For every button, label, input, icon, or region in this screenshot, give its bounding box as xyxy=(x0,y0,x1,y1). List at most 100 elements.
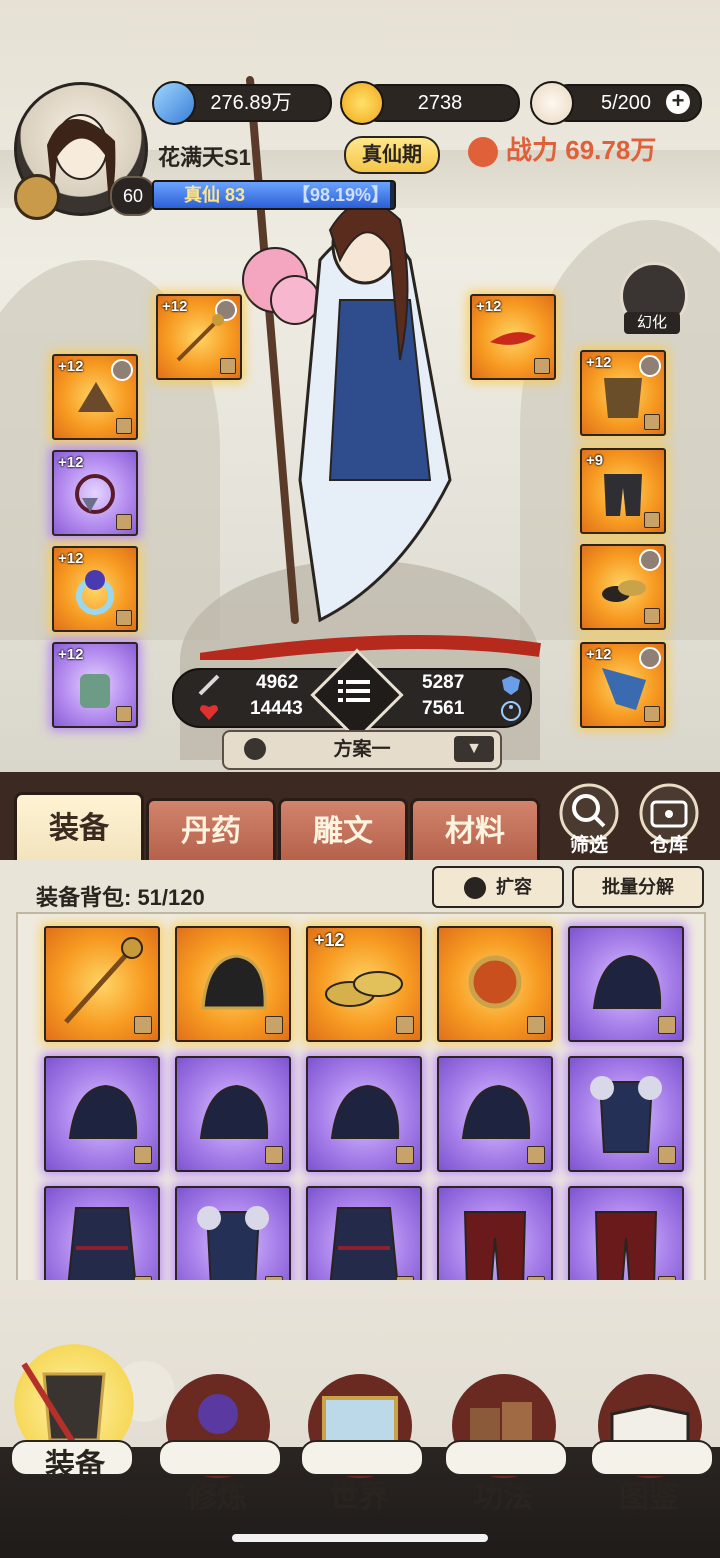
ring-icon xyxy=(76,570,114,615)
pants-icon xyxy=(594,1211,658,1282)
realm-exp-bar: 真仙 83 【98.19%】 xyxy=(152,180,396,210)
bag-item[interactable] xyxy=(44,1186,160,1282)
equip-slot-left-1[interactable]: +12 xyxy=(52,354,138,440)
attack-value: 4962 xyxy=(256,672,299,693)
nav-cloud xyxy=(300,1440,424,1476)
plan-label: 方案一 xyxy=(333,739,391,760)
bag-item[interactable] xyxy=(175,1056,291,1172)
bag-capacity-label: 装备背包: 51/120 xyxy=(36,885,205,910)
bag-item[interactable] xyxy=(44,1056,160,1172)
bag-item[interactable] xyxy=(568,1186,684,1282)
bag-item[interactable] xyxy=(437,926,553,1042)
nav-cultivation-label: 修炼 xyxy=(187,1480,247,1515)
lock-icon xyxy=(116,706,132,722)
sword-icon xyxy=(198,674,220,696)
realm-percent: 【98.19%】 xyxy=(292,185,390,205)
defense-value: 5287 xyxy=(422,672,465,693)
power-value: 69.78万 xyxy=(565,135,657,165)
transform-label: 幻化 xyxy=(624,312,680,334)
necklace-icon xyxy=(75,474,115,514)
warehouse-label: 仓库 xyxy=(649,835,688,856)
brush-icon xyxy=(244,738,266,760)
figure-icon xyxy=(501,701,521,721)
gold-counter: 2738 xyxy=(360,84,520,122)
robe-icon xyxy=(67,1207,137,1282)
lock-icon xyxy=(265,1146,283,1164)
equip-slot-right-1[interactable]: +12 xyxy=(580,350,666,436)
bag-item[interactable] xyxy=(568,1056,684,1172)
bag-item[interactable]: +12 xyxy=(306,926,422,1042)
bun-icon xyxy=(530,81,574,125)
lock-icon xyxy=(644,608,660,624)
bag-item[interactable] xyxy=(568,926,684,1042)
tab-pills[interactable]: 丹药 xyxy=(146,798,276,863)
power-icon xyxy=(468,137,498,168)
equip-slot-left-4[interactable]: +12 xyxy=(52,642,138,728)
speed-value: 7561 xyxy=(422,698,465,719)
lock-icon xyxy=(644,414,660,430)
plan-selector[interactable]: 方案一 ▼ xyxy=(222,730,502,770)
sect-emblem-icon[interactable] xyxy=(14,174,60,220)
bag-item[interactable] xyxy=(306,1186,422,1282)
play-icon xyxy=(464,877,486,900)
equip-slot-talisman[interactable]: +12 xyxy=(470,294,556,380)
lock-icon xyxy=(396,1016,414,1034)
bag-item[interactable] xyxy=(175,1186,291,1282)
bag-item[interactable] xyxy=(437,1186,553,1282)
tab-equipment[interactable]: 装备 xyxy=(14,792,144,863)
lock-icon xyxy=(658,1016,676,1034)
equip-slot-left-3[interactable]: +12 xyxy=(52,546,138,632)
lock-icon xyxy=(134,1146,152,1164)
bag-item[interactable] xyxy=(437,1056,553,1172)
lock-icon xyxy=(220,358,236,374)
bag-item-plus: +12 xyxy=(314,930,345,950)
spirit-stone-icon xyxy=(152,81,196,125)
lock-icon xyxy=(527,1016,545,1034)
equip-slot-right-2[interactable]: +9 xyxy=(580,448,666,534)
equip-slot-right-4[interactable]: +12 xyxy=(580,642,666,728)
bag-item[interactable] xyxy=(306,1056,422,1172)
lock-icon xyxy=(527,1146,545,1164)
add-stamina-button[interactable]: + xyxy=(666,90,690,114)
nav-world-label: 世界 xyxy=(329,1480,389,1515)
heart-icon xyxy=(200,705,218,720)
lock-icon xyxy=(644,512,660,528)
stats-panel: 4962 14443 5287 7561 xyxy=(172,648,532,742)
power-label: 战力 xyxy=(506,135,559,165)
equip-slot-weapon[interactable]: +12 xyxy=(156,294,242,380)
headpiece-icon xyxy=(78,382,114,412)
bag-grid: +12 xyxy=(16,912,706,1284)
cultivation-stage-badge[interactable]: 真仙期 xyxy=(344,136,440,174)
lock-icon xyxy=(116,610,132,626)
tab-glyphs[interactable]: 雕文 xyxy=(278,798,408,863)
equip-slot-right-3[interactable] xyxy=(580,544,666,630)
nav-cloud xyxy=(444,1440,568,1476)
combat-power: 战力 69.78万 xyxy=(468,130,698,170)
lock-icon xyxy=(396,1146,414,1164)
feather-blade-icon xyxy=(490,332,536,345)
player-name: 花满天S1 xyxy=(158,145,251,170)
nav-equipment-label: 装备 xyxy=(45,1448,105,1483)
home-indicator[interactable] xyxy=(232,1534,488,1542)
staff-icon xyxy=(176,314,224,362)
equip-slot-left-2[interactable]: +12 xyxy=(52,450,138,536)
expand-label: 扩容 xyxy=(496,877,532,897)
nav-skills-label: 功法 xyxy=(473,1480,533,1515)
bag-item[interactable] xyxy=(44,926,160,1042)
tab-materials[interactable]: 材料 xyxy=(410,798,540,863)
shoes-icon xyxy=(602,580,646,602)
player-level-badge: 60 xyxy=(110,176,156,216)
cape-icon xyxy=(602,668,646,710)
bag-item[interactable] xyxy=(175,926,291,1042)
hp-value: 14443 xyxy=(250,698,303,719)
batch-disassemble-button[interactable]: 批量分解 xyxy=(572,866,704,908)
lock-icon xyxy=(265,1016,283,1034)
shield-icon xyxy=(502,676,520,695)
lock-icon xyxy=(134,1016,152,1034)
nav-cloud xyxy=(590,1440,714,1476)
lock-icon xyxy=(658,1146,676,1164)
nav-codex-label: 图鉴 xyxy=(619,1480,679,1515)
chevron-down-icon[interactable]: ▼ xyxy=(454,736,494,762)
expand-button[interactable]: 扩容 xyxy=(432,866,564,908)
lock-icon xyxy=(116,418,132,434)
